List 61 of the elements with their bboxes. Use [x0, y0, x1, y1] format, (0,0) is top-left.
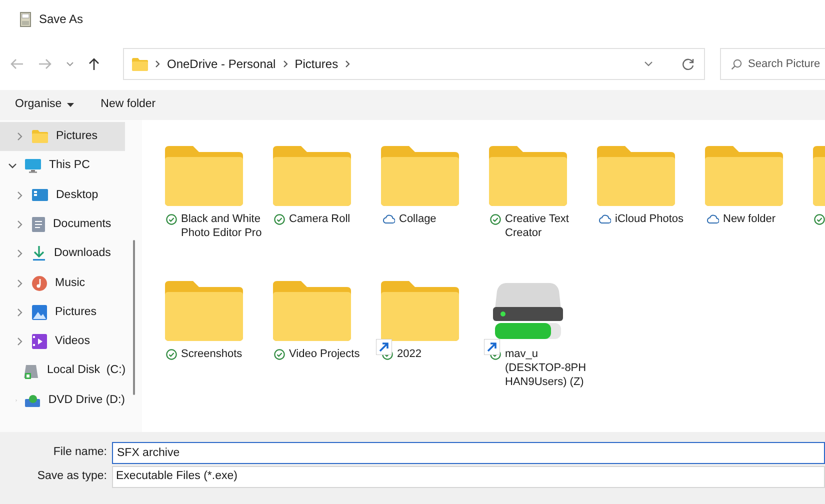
- chevron-right-icon[interactable]: [15, 249, 24, 258]
- picture-icon: [32, 304, 47, 320]
- breadcrumb[interactable]: OneDrive - Personal: [167, 55, 276, 73]
- sidebar-item[interactable]: Pictures: [0, 298, 125, 328]
- document-icon: [32, 217, 45, 232]
- sidebar-item[interactable]: Documents: [0, 210, 125, 240]
- address-bar[interactable]: OneDrive - Personal Pictures: [123, 48, 705, 80]
- file-name[interactable]: Video Projects: [289, 347, 360, 361]
- folder-icon: [132, 58, 148, 70]
- sidebar-item[interactable]: Pictures: [0, 122, 125, 152]
- file-name[interactable]: New folder: [723, 212, 776, 226]
- music-note-icon: [32, 276, 47, 291]
- chevron-right-icon[interactable]: [282, 60, 288, 68]
- folder-icon: [32, 130, 48, 144]
- disk-drive-icon: [23, 364, 39, 379]
- file-name[interactable]: Black and White Photo Editor Pro: [181, 212, 265, 240]
- chevron-right-icon[interactable]: [345, 60, 350, 68]
- new-folder-button[interactable]: New folder: [100, 96, 156, 114]
- chevron-right-icon[interactable]: [155, 60, 160, 68]
- chevron-down-icon[interactable]: [8, 162, 17, 169]
- window-title: Save As: [39, 11, 84, 28]
- organise-menu-button[interactable]: Organise: [15, 96, 74, 114]
- sidebar-item[interactable]: Desktop: [0, 180, 125, 210]
- computer-icon: [25, 158, 41, 173]
- chevron-right-icon[interactable]: [15, 190, 24, 200]
- sidebar-item[interactable]: Music: [0, 268, 125, 298]
- chevron-right-icon[interactable]: [15, 220, 24, 230]
- download-arrow-icon: [32, 246, 46, 262]
- file-name[interactable]: Camera Roll: [289, 212, 350, 226]
- file-name[interactable]: Collage: [399, 212, 436, 226]
- search-field[interactable]: Search Picture: [720, 48, 825, 80]
- sidebar-item[interactable]: DVD Drive (D:): [0, 386, 125, 415]
- file-type-dropdown[interactable]: Executable Files (*.exe): [112, 466, 825, 488]
- scrollbar[interactable]: [133, 240, 135, 395]
- chevron-right-icon[interactable]: [15, 278, 24, 288]
- search-icon: [731, 58, 742, 70]
- file-name-label: File name:: [52, 445, 108, 460]
- sidebar-item[interactable]: Local Disk (C:): [0, 356, 125, 386]
- file-name[interactable]: Screenshots: [181, 347, 242, 361]
- file-name[interactable]: 2022: [397, 347, 422, 361]
- up-arrow-icon[interactable]: [88, 57, 100, 71]
- desktop-icon: [32, 189, 48, 202]
- file-name[interactable]: mav_u (DESKTOP-8PH HAN9Users) (Z): [505, 347, 589, 389]
- file-name-field[interactable]: SFX archive: [112, 442, 825, 464]
- sidebar-item[interactable]: Downloads: [0, 239, 125, 268]
- file-name[interactable]: Creative Text Creator: [505, 212, 589, 240]
- save-icon: [20, 12, 31, 26]
- file-name[interactable]: iCloud Photos: [615, 212, 684, 226]
- dropdown-icon[interactable]: [644, 61, 653, 67]
- caret-icon: [66, 103, 74, 107]
- save-as-type-label: Save as type:: [36, 469, 108, 484]
- chevron-right-icon[interactable]: [15, 308, 24, 317]
- folder-icon: [381, 281, 459, 341]
- sidebar-item[interactable]: Videos: [0, 327, 125, 356]
- refresh-icon[interactable]: [682, 58, 694, 70]
- sidebar-item[interactable]: This PC: [0, 151, 125, 181]
- breadcrumb[interactable]: Pictures: [294, 55, 338, 73]
- search-input[interactable]: Search Picture: [748, 56, 825, 72]
- chevron-right-icon[interactable]: [15, 337, 24, 346]
- dvd-drive-icon: [25, 394, 40, 407]
- video-icon: [32, 334, 47, 350]
